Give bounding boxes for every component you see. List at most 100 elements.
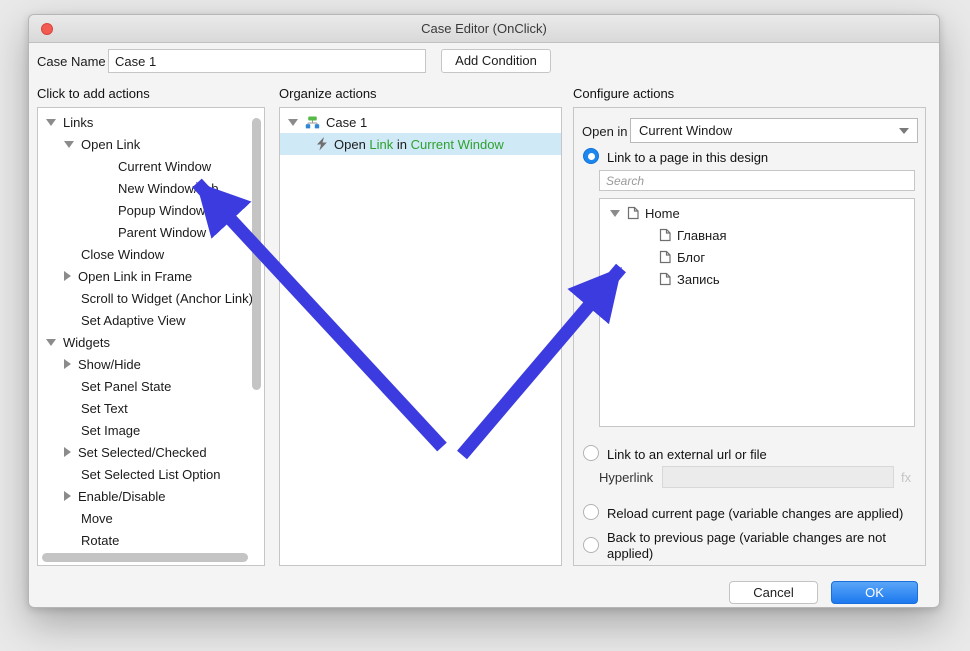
add-actions-panel: Links Open Link Current Window New Window/T… xyxy=(37,107,265,566)
radio-reload-page[interactable] xyxy=(583,504,599,520)
chevron-down-icon xyxy=(899,128,909,134)
tree-item-label: Open Link xyxy=(81,137,140,152)
tree-item[interactable]: Show/Hide xyxy=(38,353,264,375)
tree-item-label: Current Window xyxy=(118,159,211,174)
tree-item-label: Enable/Disable xyxy=(78,489,165,504)
tree-item-label: Scroll to Widget (Anchor Link) xyxy=(81,291,253,306)
radio-link-page[interactable] xyxy=(583,148,599,164)
hyperlink-label: Hyperlink xyxy=(599,470,653,485)
disclosure-right-icon[interactable] xyxy=(64,447,71,457)
tree-item[interactable]: Set Text xyxy=(38,397,264,419)
disclosure-down-icon[interactable] xyxy=(288,119,298,126)
tree-item-label: Блог xyxy=(677,250,705,265)
radio-external-url[interactable] xyxy=(583,445,599,461)
case-row[interactable]: Case 1 xyxy=(280,111,561,133)
tree-item[interactable]: Enable/Disable xyxy=(38,485,264,507)
tree-item-label: Show/Hide xyxy=(78,357,141,372)
tree-item-label: Rotate xyxy=(81,533,119,548)
tree-item-label: Set Image xyxy=(81,423,140,438)
radio-back-page-label: Back to previous page (variable changes … xyxy=(607,530,925,562)
tree-item-label: Widgets xyxy=(63,335,110,350)
case-editor-dialog: Case Editor (OnClick) Case Name Add Cond… xyxy=(28,14,940,608)
tree-item-label: Set Adaptive View xyxy=(81,313,186,328)
action-label-part: Link xyxy=(369,137,393,152)
tree-item[interactable]: Set Image xyxy=(38,419,264,441)
page-icon xyxy=(659,228,671,242)
disclosure-down-icon[interactable] xyxy=(46,119,56,126)
organize-actions-panel: Case 1 Open Link in Current Window xyxy=(279,107,562,566)
tree-item[interactable]: Scroll to Widget (Anchor Link) xyxy=(38,287,264,309)
page-item[interactable]: Блог xyxy=(600,246,914,268)
close-icon[interactable] xyxy=(41,23,53,35)
disclosure-right-icon[interactable] xyxy=(64,359,71,369)
tree-item-label: Set Panel State xyxy=(81,379,171,394)
tree-item-label: Запись xyxy=(677,272,720,287)
action-label-part: Current Window xyxy=(411,137,504,152)
radio-back-page[interactable] xyxy=(583,537,599,553)
fx-button[interactable]: fx xyxy=(901,470,911,485)
tree-item-label: Set Selected/Checked xyxy=(78,445,207,460)
disclosure-down-icon[interactable] xyxy=(46,339,56,346)
tree-item[interactable]: Open Link in Frame xyxy=(38,265,264,287)
page-icon xyxy=(659,272,671,286)
case-label: Case 1 xyxy=(326,115,367,130)
screen: { "window": { "title": "Case Editor (OnC… xyxy=(0,0,970,651)
disclosure-right-icon[interactable] xyxy=(64,271,71,281)
tree-item[interactable]: Open Link xyxy=(38,133,264,155)
action-label-part: in xyxy=(393,137,410,152)
tree-item[interactable]: Parent Window xyxy=(38,221,264,243)
page-icon xyxy=(659,250,671,264)
tree-item[interactable]: Links xyxy=(38,111,264,133)
disclosure-right-icon[interactable] xyxy=(64,491,71,501)
open-in-label: Open in xyxy=(582,124,628,139)
tree-item[interactable]: Set Adaptive View xyxy=(38,309,264,331)
horizontal-scrollbar[interactable] xyxy=(42,553,248,562)
tree-item-label: Главная xyxy=(677,228,726,243)
configure-actions-header: Configure actions xyxy=(573,86,674,101)
action-label: Open Link in Current Window xyxy=(334,137,504,152)
open-in-dropdown[interactable]: Current Window xyxy=(630,118,918,143)
action-label-part: Open xyxy=(334,137,369,152)
search-input[interactable] xyxy=(599,170,915,191)
actions-tree: Links Open Link Current Window New Window/T… xyxy=(38,108,264,551)
add-condition-button[interactable]: Add Condition xyxy=(441,49,551,73)
tree-item-label: Popup Window xyxy=(118,203,205,218)
tree-item[interactable]: Set Selected List Option xyxy=(38,463,264,485)
case-name-input[interactable] xyxy=(108,49,426,73)
cancel-button[interactable]: Cancel xyxy=(729,581,818,604)
page-icon xyxy=(627,206,639,220)
tree-item[interactable]: Widgets xyxy=(38,331,264,353)
configure-actions-panel: Open in Current Window Link to a page in… xyxy=(573,107,926,566)
tree-item-label: Move xyxy=(81,511,113,526)
disclosure-down-icon[interactable] xyxy=(610,210,620,217)
tree-item-label: Parent Window xyxy=(118,225,206,240)
radio-link-page-label: Link to a page in this design xyxy=(607,150,768,165)
tree-item[interactable]: Set Selected/Checked xyxy=(38,441,264,463)
hyperlink-input[interactable] xyxy=(662,466,894,488)
title-bar[interactable]: Case Editor (OnClick) xyxy=(29,15,939,43)
tree-item[interactable]: Set Panel State xyxy=(38,375,264,397)
page-item[interactable]: Главная xyxy=(600,224,914,246)
radio-reload-page-label: Reload current page (variable changes ar… xyxy=(607,506,903,521)
tree-item-label: Set Selected List Option xyxy=(81,467,220,482)
open-in-value: Current Window xyxy=(639,123,732,138)
page-item[interactable]: Home xyxy=(600,202,914,224)
vertical-scrollbar[interactable] xyxy=(252,118,261,390)
tree-item[interactable]: Move xyxy=(38,507,264,529)
lightning-icon xyxy=(316,137,328,151)
tree-item[interactable]: Popup Window xyxy=(38,199,264,221)
pages-tree: Home Главная Блог Запись xyxy=(599,198,915,427)
disclosure-down-icon[interactable] xyxy=(64,141,74,148)
tree-item[interactable]: New Window/Tab xyxy=(38,177,264,199)
page-item[interactable]: Запись xyxy=(600,268,914,290)
ok-button[interactable]: OK xyxy=(831,581,918,604)
action-row-selected[interactable]: Open Link in Current Window xyxy=(280,133,561,155)
case-name-label: Case Name xyxy=(37,54,106,69)
tree-item-label: Close Window xyxy=(81,247,164,262)
radio-external-url-label: Link to an external url or file xyxy=(607,447,767,462)
tree-item-label: Open Link in Frame xyxy=(78,269,192,284)
organize-actions-header: Organize actions xyxy=(279,86,377,101)
tree-item[interactable]: Close Window xyxy=(38,243,264,265)
tree-item[interactable]: Rotate xyxy=(38,529,264,551)
tree-item[interactable]: Current Window xyxy=(38,155,264,177)
